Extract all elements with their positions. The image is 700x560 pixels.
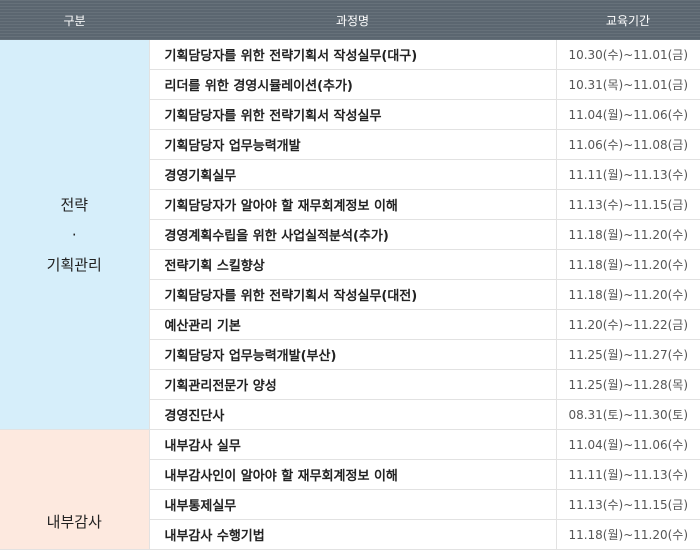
course-title-link[interactable]: 기획담당자를 위한 전략기획서 작성실무(대전) bbox=[149, 279, 557, 310]
course-title-link[interactable]: 내부감사 실무 bbox=[149, 429, 557, 460]
course-period: 11.13(수)~11.15(금) bbox=[556, 189, 700, 220]
category-label-line1: 내부감사 bbox=[46, 513, 102, 531]
course-title-link[interactable]: 경영진단사 bbox=[149, 399, 557, 430]
course-period: 10.30(수)~11.01(금) bbox=[556, 40, 700, 70]
course-title-link[interactable]: 기획담당자 업무능력개발(부산) bbox=[149, 339, 557, 370]
course-period: 11.11(월)~11.13(수) bbox=[556, 459, 700, 490]
table-header-row: 구분 과정명 교육기간 bbox=[0, 0, 700, 40]
category-label-line1: 전략 bbox=[60, 195, 89, 214]
course-period: 10.31(목)~11.01(금) bbox=[556, 69, 700, 100]
course-title-link[interactable]: 리더를 위한 경영시뮬레이션(추가) bbox=[149, 69, 557, 100]
course-title-link[interactable]: 내부통제실무 bbox=[149, 489, 557, 520]
course-title-link[interactable]: 내부감사 수행기법 bbox=[149, 519, 557, 550]
category-label-dot: · bbox=[71, 225, 77, 244]
course-period: 11.18(월)~11.20(수) bbox=[556, 249, 700, 280]
course-title-link[interactable]: 기획담당자를 위한 전략기획서 작성실무(대구) bbox=[149, 40, 557, 70]
course-title-link[interactable]: 기획관리전문가 양성 bbox=[149, 369, 557, 400]
course-period: 11.13(수)~11.15(금) bbox=[556, 489, 700, 520]
course-period: 11.20(수)~11.22(금) bbox=[556, 309, 700, 340]
table-row[interactable]: 전략 · 기획관리 기획담당자를 위한 전략기획서 작성실무(대구) 10.30… bbox=[0, 40, 700, 430]
course-title-link[interactable]: 경영기획실무 bbox=[149, 159, 557, 190]
course-title-link[interactable]: 내부감사인이 알아야 할 재무회계정보 이해 bbox=[149, 459, 557, 490]
course-period: 11.11(월)~11.13(수) bbox=[556, 159, 700, 190]
header-period: 교육기간 bbox=[556, 0, 700, 40]
course-period: 11.04(월)~11.06(수) bbox=[556, 99, 700, 130]
course-period: 08.31(토)~11.30(토) bbox=[556, 399, 700, 430]
course-period: 11.25(월)~11.27(수) bbox=[556, 339, 700, 370]
course-title-link[interactable]: 기획담당자가 알아야 할 재무회계정보 이해 bbox=[149, 189, 557, 220]
course-period: 11.18(월)~11.20(수) bbox=[556, 279, 700, 310]
category-cell-strategy: 전략 · 기획관리 bbox=[0, 40, 150, 430]
course-period: 11.25(월)~11.28(목) bbox=[556, 369, 700, 400]
course-period: 11.06(수)~11.08(금) bbox=[556, 129, 700, 160]
course-title-link[interactable]: 기획담당자 업무능력개발 bbox=[149, 129, 557, 160]
course-title-link[interactable]: 예산관리 기본 bbox=[149, 309, 557, 340]
course-title-link[interactable]: 기획담당자를 위한 전략기획서 작성실무 bbox=[149, 99, 557, 130]
course-period: 11.04(월)~11.06(수) bbox=[556, 429, 700, 460]
header-course: 과정명 bbox=[149, 0, 556, 40]
course-period: 11.18(월)~11.20(수) bbox=[556, 219, 700, 250]
course-title-link[interactable]: 경영계획수립을 위한 사업실적분석(추가) bbox=[149, 219, 557, 250]
header-category: 구분 bbox=[0, 0, 149, 40]
category-label-line2: 기획관리 bbox=[46, 255, 102, 274]
course-period: 11.18(월)~11.20(수) bbox=[556, 519, 700, 550]
course-title-link[interactable]: 전략기획 스킬향상 bbox=[149, 249, 557, 280]
course-schedule-table: 구분 과정명 교육기간 전략 · 기획관리 기획담당자를 위한 전략기획서 작성… bbox=[0, 0, 700, 550]
category-cell-audit: 내부감사 bbox=[0, 429, 150, 550]
table-row[interactable]: 내부감사 내부감사 실무 11.04(월)~11.06(수) bbox=[0, 429, 700, 550]
